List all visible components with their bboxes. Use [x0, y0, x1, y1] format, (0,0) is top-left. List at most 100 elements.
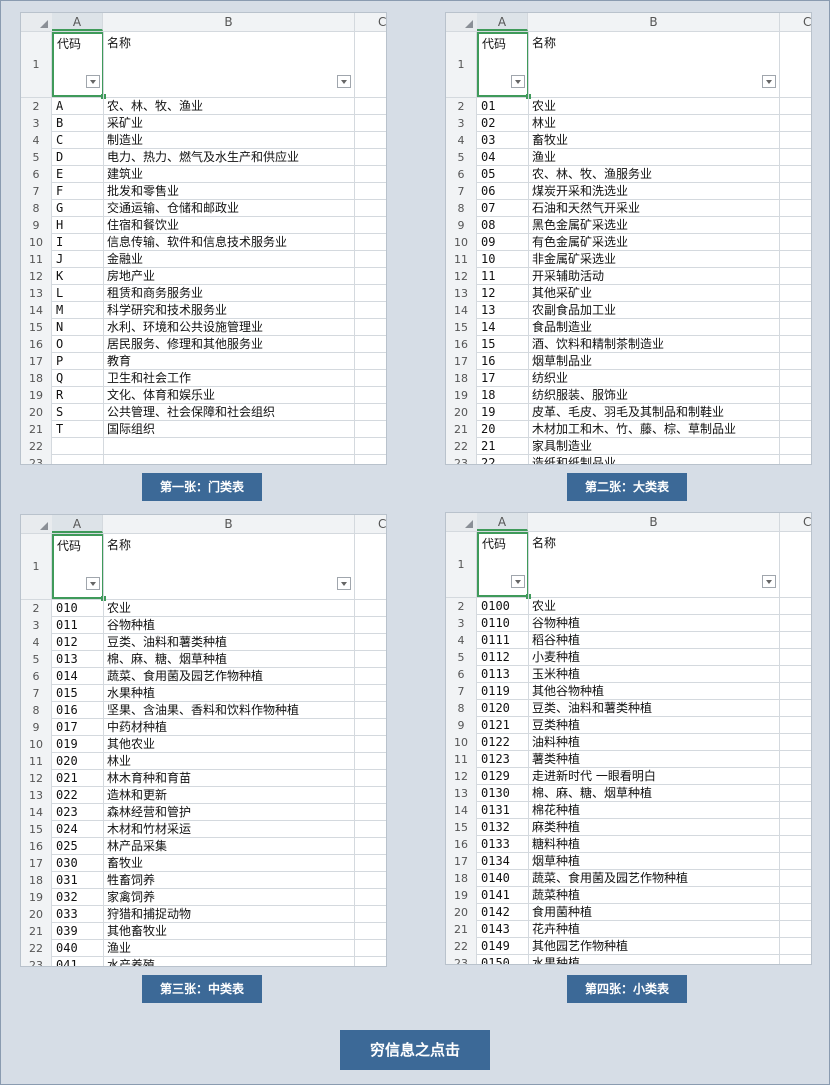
row-number[interactable]: 17 — [446, 353, 477, 370]
name-cell[interactable]: 建筑业 — [107, 166, 143, 183]
name-cell[interactable]: 金融业 — [107, 251, 143, 268]
row-number[interactable]: 22 — [21, 940, 52, 957]
select-all-corner[interactable] — [446, 513, 478, 531]
name-cell[interactable]: 其他农业 — [107, 736, 155, 753]
code-cell[interactable]: 0110 — [481, 615, 510, 631]
name-cell[interactable]: 农业 — [107, 600, 131, 617]
name-cell[interactable]: 木材加工和木、竹、藤、棕、草制品业 — [532, 421, 736, 438]
code-cell[interactable]: 011 — [56, 617, 78, 633]
name-cell[interactable]: 造林和更新 — [107, 787, 167, 804]
code-cell[interactable]: 0119 — [481, 683, 510, 699]
code-cell[interactable]: 0140 — [481, 870, 510, 886]
name-cell[interactable]: 中药材种植 — [107, 719, 167, 736]
row-number[interactable]: 22 — [21, 438, 52, 455]
name-cell[interactable]: 家具制造业 — [532, 438, 592, 455]
row-number[interactable]: 2 — [446, 598, 477, 615]
name-cell[interactable]: 食用菌种植 — [532, 904, 592, 921]
code-cell[interactable]: 030 — [56, 855, 78, 871]
row-number[interactable]: 15 — [446, 819, 477, 836]
column-header-b[interactable]: B — [528, 513, 780, 531]
name-cell[interactable]: 水果种植 — [532, 955, 580, 964]
code-cell[interactable]: 039 — [56, 923, 78, 939]
name-cell[interactable]: 森林经营和管护 — [107, 804, 191, 821]
row-number[interactable]: 18 — [21, 872, 52, 889]
code-cell[interactable]: 21 — [481, 438, 495, 454]
code-cell[interactable]: 010 — [56, 600, 78, 616]
code-cell[interactable]: 05 — [481, 166, 495, 182]
name-cell[interactable]: 豆类种植 — [532, 717, 580, 734]
code-cell[interactable]: G — [56, 200, 63, 216]
filter-dropdown-icon[interactable] — [762, 575, 776, 588]
code-cell[interactable]: 04 — [481, 149, 495, 165]
name-cell[interactable]: 采矿业 — [107, 115, 143, 132]
column-header-b[interactable]: B — [103, 515, 355, 533]
name-cell[interactable]: 科学研究和技术服务业 — [107, 302, 227, 319]
row-number[interactable]: 16 — [446, 336, 477, 353]
row-number[interactable]: 12 — [21, 770, 52, 787]
column-header-a[interactable]: A — [52, 515, 103, 533]
name-cell[interactable]: 公共管理、社会保障和社会组织 — [107, 404, 275, 421]
name-cell[interactable]: 皮革、毛皮、羽毛及其制品和制鞋业 — [532, 404, 724, 421]
code-cell[interactable]: J — [56, 251, 63, 267]
name-cell[interactable]: 油料种植 — [532, 734, 580, 751]
name-cell[interactable]: 烟草制品业 — [532, 353, 592, 370]
row-number[interactable]: 18 — [446, 870, 477, 887]
code-cell[interactable]: 016 — [56, 702, 78, 718]
name-cell[interactable]: 农业 — [532, 98, 556, 115]
row-number[interactable]: 15 — [446, 319, 477, 336]
name-cell[interactable]: 信息传输、软件和信息技术服务业 — [107, 234, 287, 251]
name-cell[interactable]: 农业 — [532, 598, 556, 615]
name-cell[interactable]: 交通运输、仓储和邮政业 — [107, 200, 239, 217]
code-cell[interactable]: 0142 — [481, 904, 510, 920]
name-cell[interactable]: 电力、热力、燃气及水生产和供应业 — [107, 149, 299, 166]
row-number[interactable]: 4 — [21, 634, 52, 651]
name-cell[interactable]: 薯类种植 — [532, 751, 580, 768]
row-number[interactable]: 3 — [446, 615, 477, 632]
filter-dropdown-icon[interactable] — [86, 577, 100, 590]
row-number[interactable]: 23 — [446, 455, 477, 464]
row-number[interactable]: 10 — [446, 234, 477, 251]
row-number[interactable]: 18 — [21, 370, 52, 387]
code-cell[interactable]: H — [56, 217, 63, 233]
row-number[interactable]: 6 — [21, 166, 52, 183]
code-cell[interactable]: 0141 — [481, 887, 510, 903]
row-number[interactable]: 21 — [21, 421, 52, 438]
row-number[interactable]: 17 — [21, 855, 52, 872]
row-number[interactable]: 15 — [21, 821, 52, 838]
row-number[interactable]: 19 — [21, 387, 52, 404]
code-cell[interactable]: 0133 — [481, 836, 510, 852]
name-cell[interactable]: 林木育种和育苗 — [107, 770, 191, 787]
row-number[interactable]: 8 — [446, 700, 477, 717]
row-number[interactable]: 22 — [446, 938, 477, 955]
row-number[interactable]: 20 — [446, 404, 477, 421]
row-number[interactable]: 1 — [446, 32, 477, 97]
row-number[interactable]: 13 — [21, 285, 52, 302]
row-number[interactable]: 4 — [21, 132, 52, 149]
column-header-a[interactable]: A — [477, 513, 528, 531]
name-cell[interactable]: 食品制造业 — [532, 319, 592, 336]
code-cell[interactable]: 0121 — [481, 717, 510, 733]
code-cell[interactable]: 040 — [56, 940, 78, 956]
name-cell[interactable]: 谷物种植 — [532, 615, 580, 632]
code-cell[interactable]: 021 — [56, 770, 78, 786]
code-cell[interactable]: 032 — [56, 889, 78, 905]
filter-dropdown-icon[interactable] — [762, 75, 776, 88]
row-number[interactable]: 7 — [21, 183, 52, 200]
name-cell[interactable]: 卫生和社会工作 — [107, 370, 191, 387]
code-cell[interactable]: 0129 — [481, 768, 510, 784]
row-number[interactable]: 4 — [446, 632, 477, 649]
row-number[interactable]: 3 — [21, 115, 52, 132]
code-cell[interactable]: R — [56, 387, 63, 403]
code-cell[interactable]: 023 — [56, 804, 78, 820]
name-cell[interactable]: 批发和零售业 — [107, 183, 179, 200]
name-cell[interactable]: 豆类、油料和薯类种植 — [107, 634, 227, 651]
name-cell[interactable]: 有色金属矿采选业 — [532, 234, 628, 251]
code-cell[interactable]: 0113 — [481, 666, 510, 682]
row-number[interactable]: 7 — [21, 685, 52, 702]
code-cell[interactable]: 10 — [481, 251, 495, 267]
name-cell[interactable]: 家禽饲养 — [107, 889, 155, 906]
name-cell[interactable]: 豆类、油料和薯类种植 — [532, 700, 652, 717]
code-cell[interactable]: 22 — [481, 455, 495, 464]
column-header-c[interactable]: C — [803, 513, 811, 531]
code-cell[interactable]: Q — [56, 370, 63, 386]
